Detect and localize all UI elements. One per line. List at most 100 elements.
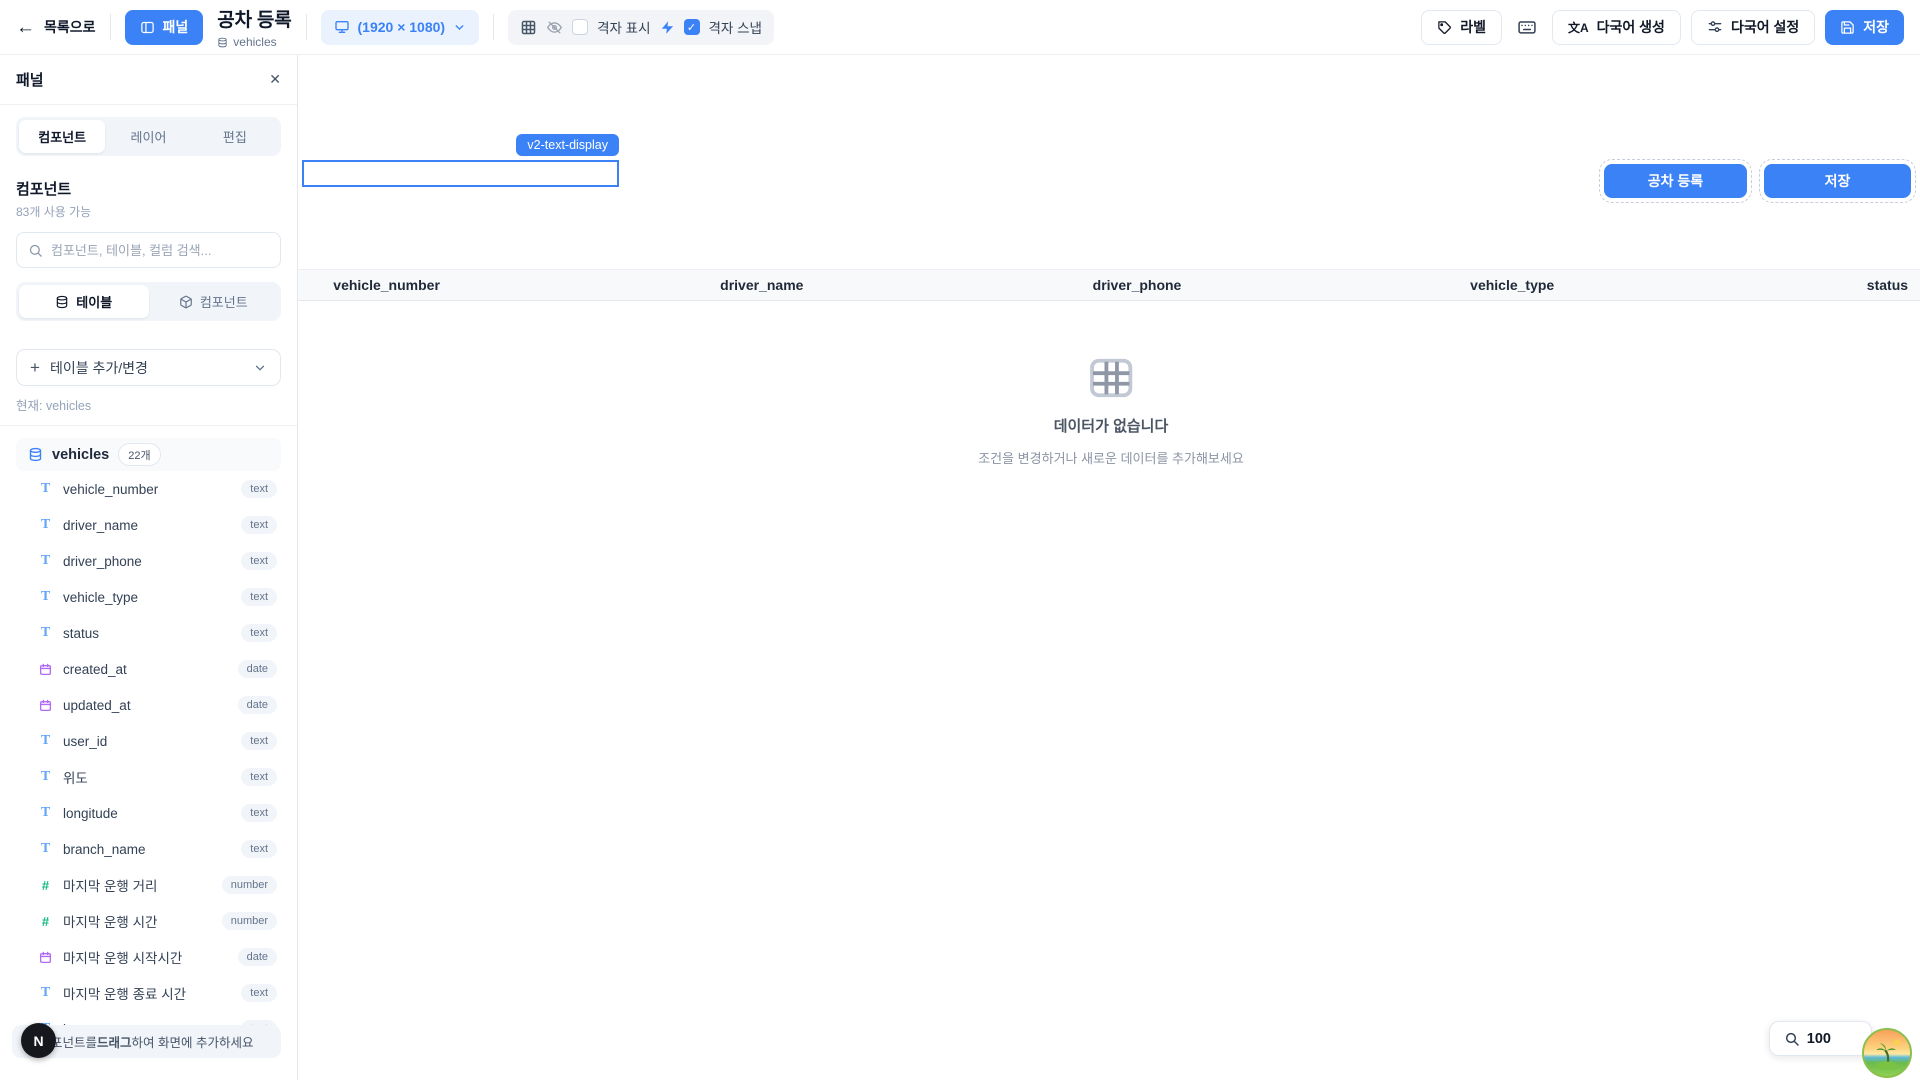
- zoom-control[interactable]: 100: [1769, 1021, 1872, 1056]
- box-icon: [179, 295, 193, 309]
- screen-size-dropdown[interactable]: (1920 × 1080): [321, 10, 480, 45]
- design-canvas[interactable]: v2-text-display 공차 등록 저장 vehicle_number …: [298, 55, 1920, 1080]
- page-subtitle: vehicles: [233, 35, 276, 49]
- monitor-icon: [334, 19, 350, 35]
- field-type-badge: text: [241, 516, 277, 534]
- i18n-generate-label: 다국어 생성: [1597, 17, 1665, 37]
- field-name: status: [63, 626, 99, 641]
- keyboard-shortcuts-button[interactable]: [1512, 12, 1542, 42]
- canvas-register-button[interactable]: 공차 등록: [1604, 164, 1747, 198]
- calendar-icon: [38, 663, 53, 676]
- field-row[interactable]: #마지막 운행 거리number: [16, 867, 281, 903]
- column-header[interactable]: driver_name: [574, 270, 949, 300]
- table-name: vehicles: [52, 447, 109, 463]
- tab-layers[interactable]: 레이어: [105, 120, 191, 153]
- field-name: vehicle_number: [63, 482, 158, 497]
- drag-hint-text: 하여 화면에 추가하세요: [132, 1032, 254, 1051]
- field-type-badge: number: [222, 876, 277, 894]
- tab-components-source-label: 컴포넌트: [200, 292, 248, 311]
- back-button[interactable]: ← 목록으로: [16, 17, 96, 37]
- save-button[interactable]: 저장: [1825, 10, 1904, 45]
- field-row[interactable]: Tbranch_nametext: [16, 831, 281, 867]
- current-table-label: 현재: vehicles: [16, 395, 281, 414]
- number-field-icon: #: [38, 878, 53, 893]
- tab-tables-label: 테이블: [76, 292, 112, 311]
- field-name: 마지막 운행 종료 시간: [63, 983, 186, 1003]
- field-row[interactable]: Tstatustext: [16, 615, 281, 651]
- tag-icon: [1437, 20, 1452, 35]
- panel-tabs: 컴포넌트 레이어 편집: [16, 117, 281, 156]
- field-name: longitude: [63, 806, 118, 821]
- text-field-icon: T: [38, 733, 53, 749]
- label-button[interactable]: 라벨: [1421, 10, 1502, 45]
- text-field-icon: T: [38, 553, 53, 569]
- components-panel: 패널 ✕ 컴포넌트 레이어 편집 컴포넌트 83개 사용 가능 테이블 컴포넌트…: [0, 55, 298, 1080]
- database-icon: [55, 295, 69, 309]
- empty-state-title: 데이터가 없습니다: [1054, 415, 1169, 436]
- column-header[interactable]: driver_phone: [949, 270, 1324, 300]
- selected-component-badge: v2-text-display: [516, 134, 619, 156]
- tab-edit[interactable]: 편집: [192, 120, 278, 153]
- field-name: user_id: [63, 734, 107, 749]
- i18n-settings-button[interactable]: 다국어 설정: [1691, 10, 1815, 45]
- field-type-badge: text: [241, 804, 277, 822]
- field-name: driver_phone: [63, 554, 142, 569]
- label-button-text: 라벨: [1460, 17, 1486, 37]
- tab-components[interactable]: 컴포넌트: [19, 120, 105, 153]
- field-type-badge: number: [222, 912, 277, 930]
- field-type-badge: date: [238, 696, 277, 714]
- column-header[interactable]: vehicle_type: [1325, 270, 1700, 300]
- field-row[interactable]: Tlongitudetext: [16, 795, 281, 831]
- field-row[interactable]: 마지막 운행 시작시간date: [16, 939, 281, 975]
- grid-snap-checkbox[interactable]: ✓: [684, 19, 700, 35]
- text-display-component[interactable]: [302, 160, 619, 187]
- field-row[interactable]: created_atdate: [16, 651, 281, 687]
- grid-show-checkbox[interactable]: [572, 19, 588, 35]
- field-row[interactable]: updated_atdate: [16, 687, 281, 723]
- panel-toggle-button[interactable]: 패널: [125, 10, 204, 45]
- divider: [110, 14, 111, 40]
- save-icon: [1840, 20, 1855, 35]
- number-field-icon: #: [38, 914, 53, 929]
- search-icon: [28, 243, 43, 258]
- magnifier-icon: [1784, 1031, 1800, 1047]
- field-row[interactable]: Tdriver_phonetext: [16, 543, 281, 579]
- add-table-dropdown[interactable]: + 테이블 추가/변경: [16, 349, 281, 386]
- search-input[interactable]: [51, 243, 269, 258]
- column-header[interactable]: status: [1700, 270, 1920, 300]
- component-search-box[interactable]: [16, 232, 281, 268]
- i18n-settings-label: 다국어 설정: [1731, 17, 1799, 37]
- field-name: vehicle_type: [63, 590, 138, 605]
- tab-tables[interactable]: 테이블: [19, 285, 149, 318]
- components-section-title: 컴포넌트: [16, 178, 281, 199]
- field-type-badge: text: [241, 624, 277, 642]
- text-field-icon: T: [38, 589, 53, 605]
- field-row[interactable]: Tdriver_nametext: [16, 507, 281, 543]
- text-field-icon: T: [38, 985, 53, 1001]
- floating-n-badge[interactable]: N: [21, 1023, 56, 1058]
- tab-components-source[interactable]: 컴포넌트: [149, 285, 279, 318]
- canvas-save-button[interactable]: 저장: [1764, 164, 1911, 198]
- field-row[interactable]: Tuser_idtext: [16, 723, 281, 759]
- grid-icon: [520, 19, 537, 36]
- record-count-badge: 22개: [118, 443, 160, 466]
- plus-icon: +: [30, 359, 40, 376]
- toolbar: ← 목록으로 패널 공차 등록 vehicles (1920 × 1080) 격…: [0, 0, 1920, 55]
- field-name: 위도: [63, 767, 88, 787]
- field-type-badge: text: [241, 480, 277, 498]
- table-row-vehicles[interactable]: vehicles 22개: [16, 438, 281, 471]
- field-row[interactable]: #마지막 운행 시간number: [16, 903, 281, 939]
- i18n-generate-button[interactable]: 文A 다국어 생성: [1552, 10, 1681, 45]
- field-row[interactable]: T위도text: [16, 759, 281, 795]
- divider: [306, 14, 307, 40]
- eye-off-icon[interactable]: [546, 19, 563, 36]
- close-icon[interactable]: ✕: [269, 71, 281, 88]
- column-header[interactable]: vehicle_number: [298, 270, 574, 300]
- back-arrow-icon: ←: [16, 18, 35, 37]
- panel-toggle-label: 패널: [163, 17, 189, 37]
- field-row[interactable]: T마지막 운행 종료 시간text: [16, 975, 281, 1011]
- field-row[interactable]: Tvehicle_typetext: [16, 579, 281, 615]
- field-row[interactable]: Tvehicle_numbertext: [16, 471, 281, 507]
- field-name: created_at: [63, 662, 127, 677]
- island-extension-icon[interactable]: [1862, 1028, 1912, 1078]
